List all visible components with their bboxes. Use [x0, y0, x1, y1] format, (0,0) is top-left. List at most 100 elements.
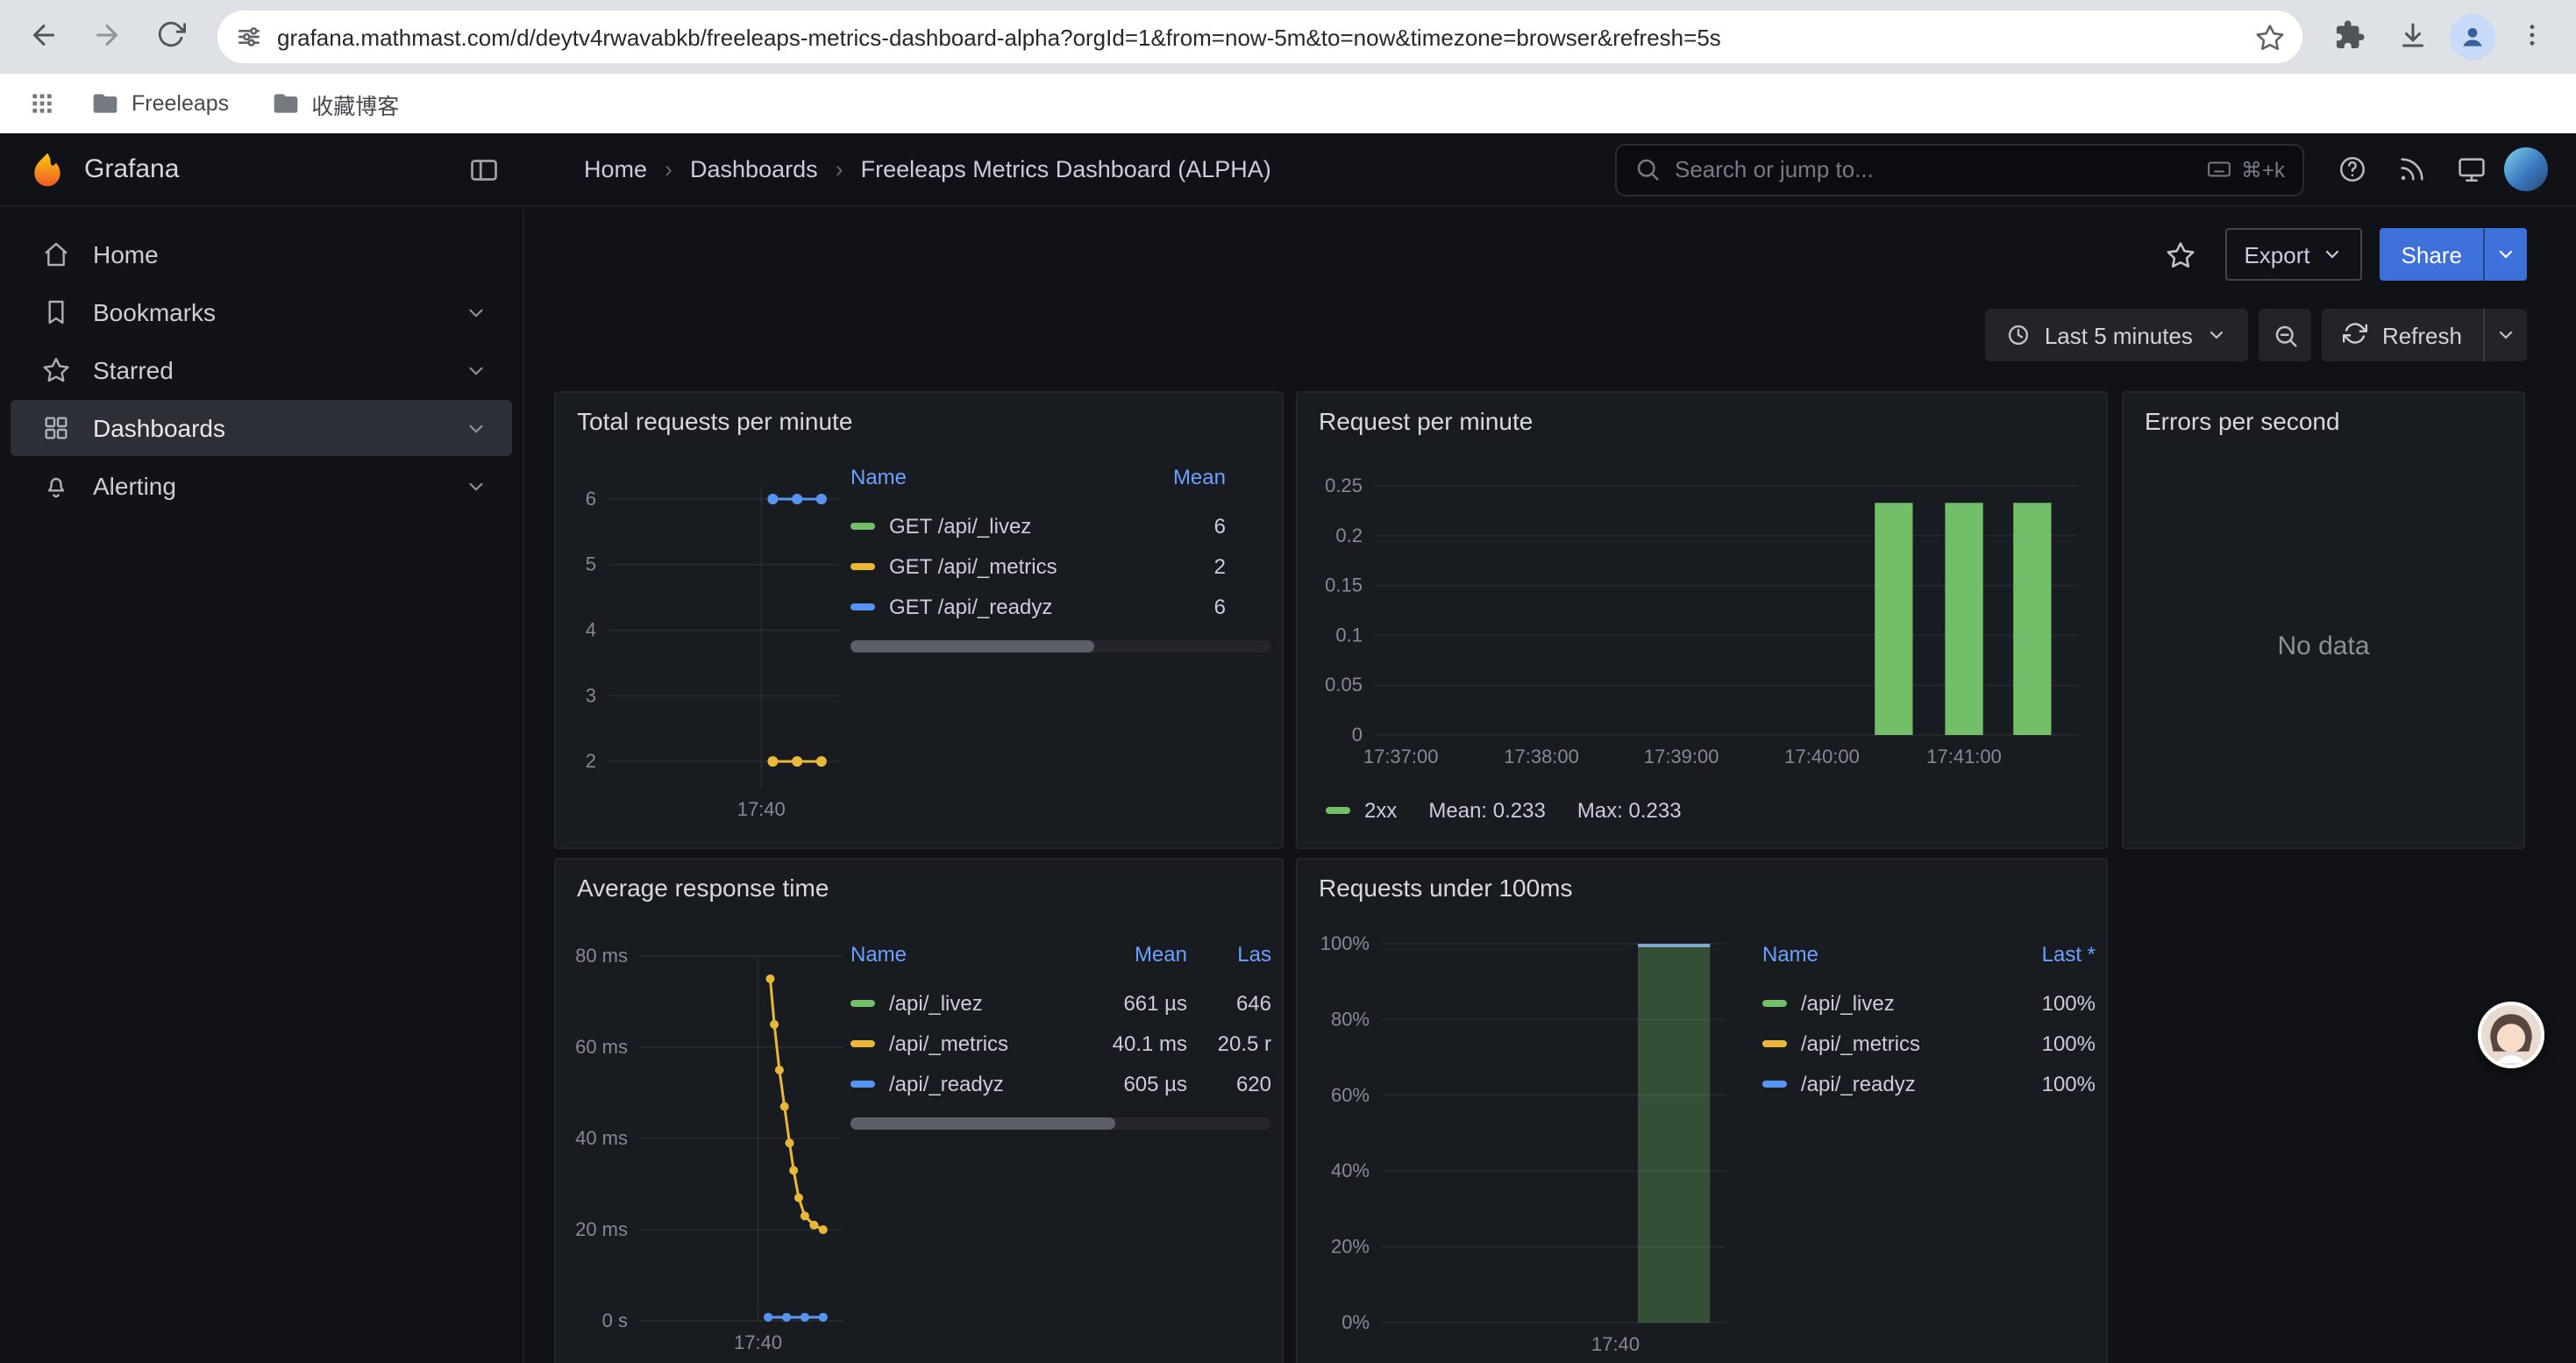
- sidebar-item-alerting[interactable]: Alerting: [11, 458, 512, 514]
- total-requests-chart[interactable]: 6543217:40: [566, 463, 850, 831]
- legend-row[interactable]: /api/_livez 100%: [1762, 982, 2096, 1023]
- grafana-top-nav: Grafana Home › Dashboards › Freeleaps Me…: [0, 133, 2576, 207]
- scrollbar-thumb[interactable]: [850, 640, 1094, 653]
- panel-title[interactable]: Requests under 100ms: [1298, 860, 2106, 916]
- no-data-message: No data: [2124, 446, 2523, 847]
- forward-button[interactable]: [77, 7, 137, 67]
- chevron-down-icon[interactable]: [465, 359, 487, 382]
- legend-header-last[interactable]: Last *: [1983, 942, 2096, 967]
- site-settings-icon[interactable]: [235, 23, 263, 51]
- help-icon[interactable]: [2325, 143, 2378, 196]
- browser-profile-avatar[interactable]: [2450, 14, 2495, 60]
- back-button[interactable]: [14, 7, 74, 67]
- series-color-swatch: [850, 562, 875, 569]
- clock-icon: [2006, 323, 2031, 347]
- refresh-icon: [2344, 320, 2368, 350]
- panel-title[interactable]: Total requests per minute: [556, 393, 1282, 449]
- svg-text:5: 5: [586, 553, 596, 575]
- share-menu-caret[interactable]: [2483, 228, 2527, 281]
- chevron-down-icon[interactable]: [465, 475, 487, 497]
- series-color-swatch: [1762, 999, 1787, 1006]
- user-avatar[interactable]: [2504, 147, 2548, 191]
- bookmark-blog-folder[interactable]: 收藏博客: [257, 80, 413, 127]
- legend-header-name[interactable]: Name: [1762, 942, 1983, 967]
- svg-text:17:40: 17:40: [737, 798, 786, 820]
- legend-header-mean[interactable]: Mean: [1103, 465, 1226, 489]
- sidebar-toggle-icon[interactable]: [468, 153, 500, 185]
- panel-requests-under-100ms: Requests under 100ms 100%80%60%40%20%0%1…: [1296, 858, 2108, 1363]
- bookmark-star-icon[interactable]: [2255, 22, 2285, 52]
- zoom-out-button[interactable]: [2259, 309, 2312, 361]
- legend-row[interactable]: GET /api/_livez 6: [850, 505, 1271, 546]
- svg-text:17:38:00: 17:38:00: [1504, 746, 1579, 767]
- legend-row[interactable]: 2xx Mean: 0.233 Max: 0.233: [1326, 798, 1682, 823]
- downloads-button[interactable]: [2383, 7, 2443, 67]
- home-icon: [42, 240, 70, 268]
- series-color-swatch: [850, 603, 875, 610]
- nav-icon-cluster: [2304, 143, 2576, 196]
- refresh-interval-caret[interactable]: [2483, 309, 2527, 361]
- chevron-down-icon[interactable]: [465, 417, 487, 439]
- address-bar[interactable]: grafana.mathmast.com/d/deytv4rwavabkb/fr…: [217, 11, 2302, 63]
- panel-title[interactable]: Average response time: [556, 860, 1282, 916]
- favorite-star-button[interactable]: [2154, 228, 2207, 281]
- dashboards-grid-icon: [42, 414, 70, 442]
- extensions-button[interactable]: [2320, 7, 2380, 67]
- legend-row[interactable]: /api/_livez 661 µs 646: [850, 982, 1271, 1023]
- sidebar-item-bookmarks[interactable]: Bookmarks: [11, 284, 512, 340]
- main-area: Home Bookmarks Starred Dashboards Alerti…: [0, 207, 2576, 1363]
- legend-row[interactable]: /api/_readyz 605 µs 620: [850, 1063, 1271, 1103]
- chevron-down-icon[interactable]: [465, 301, 487, 324]
- legend-header-name[interactable]: Name: [850, 942, 1078, 967]
- legend-header-last[interactable]: Las: [1187, 942, 1271, 967]
- browser-menu-button[interactable]: [2502, 7, 2562, 67]
- search-icon: [1634, 156, 1661, 182]
- share-button[interactable]: Share: [2380, 228, 2483, 281]
- keyboard-icon: [2206, 156, 2232, 182]
- series-name[interactable]: 2xx: [1364, 798, 1397, 823]
- sidebar-item-starred[interactable]: Starred: [11, 342, 512, 398]
- time-controls: Last 5 minutes Refresh: [1985, 309, 2527, 361]
- time-range-picker[interactable]: Last 5 minutes: [1985, 309, 2249, 361]
- avg-response-time-chart[interactable]: 80 ms60 ms40 ms20 ms0 s17:40: [566, 933, 850, 1361]
- assistant-avatar-button[interactable]: [2478, 1002, 2544, 1068]
- sidebar-item-dashboards[interactable]: Dashboards: [11, 400, 512, 456]
- requests-under-100ms-chart[interactable]: 100%80%60%40%20%0%17:40: [1312, 933, 1743, 1361]
- legend-header-mean[interactable]: Mean: [1078, 942, 1187, 967]
- export-button[interactable]: Export: [2224, 228, 2362, 281]
- legend-row[interactable]: GET /api/_metrics 2: [850, 546, 1271, 586]
- legend-row[interactable]: GET /api/_readyz 6: [850, 586, 1271, 626]
- breadcrumb-dashboards[interactable]: Dashboards: [690, 156, 818, 182]
- legend-scrollbar[interactable]: [850, 640, 1271, 653]
- legend-row[interactable]: /api/_readyz 100%: [1762, 1063, 2096, 1103]
- dashboard-actions: Export Share: [2154, 228, 2527, 281]
- svg-text:3: 3: [586, 684, 596, 706]
- svg-text:0 s: 0 s: [602, 1309, 628, 1331]
- reload-button[interactable]: [140, 7, 200, 67]
- rss-icon[interactable]: [2385, 143, 2437, 196]
- legend-header-name[interactable]: Name: [850, 465, 1103, 489]
- apps-grid-icon[interactable]: [21, 89, 63, 118]
- grafana-logo[interactable]: [28, 150, 67, 189]
- svg-text:2: 2: [586, 750, 596, 772]
- breadcrumb-current-page[interactable]: Freeleaps Metrics Dashboard (ALPHA): [861, 156, 1271, 182]
- share-split-button: Share: [2380, 228, 2527, 281]
- svg-text:0.2: 0.2: [1335, 525, 1363, 546]
- legend-scrollbar[interactable]: [850, 1117, 1271, 1130]
- monitor-icon[interactable]: [2444, 143, 2497, 196]
- legend-row[interactable]: /api/_metrics 100%: [1762, 1023, 2096, 1063]
- download-icon: [2397, 18, 2429, 55]
- scrollbar-thumb[interactable]: [850, 1117, 1115, 1130]
- request-per-minute-chart[interactable]: 0.250.20.150.10.05017:37:0017:38:0017:39…: [1312, 467, 2096, 775]
- bookmark-freeleaps[interactable]: Freeleaps: [77, 82, 243, 125]
- panel-title[interactable]: Errors per second: [2124, 393, 2523, 449]
- bookmark-label: Freeleaps: [132, 91, 229, 116]
- arrow-right-icon: [91, 18, 123, 55]
- legend-row[interactable]: /api/_metrics 40.1 ms 20.5 r: [850, 1023, 1271, 1063]
- sidebar-item-home[interactable]: Home: [11, 226, 512, 282]
- refresh-button[interactable]: Refresh: [2323, 309, 2483, 361]
- panel-title[interactable]: Request per minute: [1298, 393, 2106, 449]
- search-input[interactable]: Search or jump to... ⌘+k: [1615, 143, 2304, 196]
- svg-text:80%: 80%: [1331, 1008, 1370, 1030]
- breadcrumb-home[interactable]: Home: [584, 156, 647, 182]
